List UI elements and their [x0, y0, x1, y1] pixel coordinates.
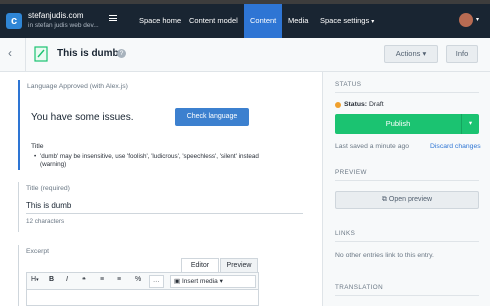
language-panel-label: Language Approved (with Alex.js): [27, 83, 128, 90]
issue-item: 'dumb' may be insensitive, use 'foolish'…: [34, 153, 270, 169]
quote-icon[interactable]: ❝: [82, 276, 86, 284]
last-saved-text: Last saved a minute ago: [335, 143, 410, 150]
status-label: Status:: [344, 101, 368, 108]
back-arrow-icon[interactable]: ‹: [8, 46, 12, 60]
divider: [335, 241, 479, 242]
actions-button[interactable]: Actions ▾: [384, 45, 438, 63]
chevron-down-icon: ▾: [219, 278, 223, 285]
chevron-down-icon: ▾: [371, 19, 375, 25]
status-heading: STATUS: [335, 81, 362, 88]
nav-space-settings[interactable]: Space settings ▾: [314, 4, 380, 38]
image-icon: ▣: [174, 278, 181, 285]
character-count: 12 characters: [26, 218, 65, 225]
external-link-icon: ⧉: [381, 196, 387, 203]
actions-label: Actions: [395, 49, 421, 58]
help-icon[interactable]: ?: [117, 49, 126, 58]
status-value: Draft: [368, 101, 384, 108]
excerpt-field: Excerpt Editor Preview H▾ B I ❝ ≡ ≡ % ··…: [18, 245, 308, 306]
page-title: This is dumb: [57, 48, 119, 59]
top-navigation: c stefanjudis.com in stefan judis web de…: [0, 4, 490, 38]
divider: [25, 38, 26, 72]
tab-preview[interactable]: Preview: [220, 258, 258, 272]
translation-heading: TRANSLATION: [335, 284, 384, 291]
entry-sidebar: STATUS Status: Draft Publish ▾ Last save…: [322, 72, 490, 306]
publish-button[interactable]: Publish: [335, 114, 461, 134]
heading-icon[interactable]: H▾: [31, 276, 39, 283]
info-button[interactable]: Info: [446, 45, 478, 63]
insert-media-label: Insert media: [181, 278, 218, 285]
title-field: Title (required) This is dumb 12 charact…: [18, 182, 308, 232]
entry-header: ‹ This is dumb ? Actions ▾ Info: [0, 38, 490, 72]
excerpt-editor-textarea[interactable]: [26, 290, 259, 306]
space-logo-icon: c: [6, 13, 22, 29]
title-input[interactable]: This is dumb: [26, 201, 71, 210]
divider: [335, 92, 479, 93]
preview-heading: PREVIEW: [335, 169, 367, 176]
link-icon[interactable]: %: [135, 276, 141, 283]
ordered-list-icon[interactable]: ≡: [117, 276, 121, 283]
space-subtitle: in stefan judis web dev...: [28, 22, 99, 29]
issue-field-name: Title: [31, 143, 44, 150]
chevron-down-icon[interactable]: ▾: [461, 114, 479, 134]
publish-button-group: Publish ▾: [335, 114, 479, 134]
entry-document-icon: [34, 46, 48, 62]
open-preview-button[interactable]: ⧉ Open preview: [335, 191, 479, 209]
bold-icon[interactable]: B: [49, 276, 54, 283]
entry-editor: Language Approved (with Alex.js) You hav…: [0, 72, 322, 306]
title-input-underline: [26, 213, 303, 214]
space-name: stefanjudis.com: [28, 11, 84, 20]
divider: [335, 295, 479, 296]
excerpt-field-label: Excerpt: [26, 248, 50, 255]
divider: [335, 180, 479, 181]
chevron-down-icon: ▾: [36, 277, 39, 283]
discard-changes-link[interactable]: Discard changes: [430, 143, 481, 150]
status-badge: Status: Draft: [344, 101, 384, 108]
status-dot-icon: [335, 102, 341, 108]
links-heading: LINKS: [335, 230, 356, 237]
tab-editor[interactable]: Editor: [181, 258, 219, 272]
nav-space-home[interactable]: Space home: [133, 4, 187, 38]
nav-content[interactable]: Content: [244, 4, 283, 38]
chevron-down-icon: ▾: [422, 49, 427, 58]
open-preview-label: Open preview: [388, 196, 433, 203]
more-options-button[interactable]: ···: [149, 275, 164, 288]
markdown-toolbar: H▾ B I ❝ ≡ ≡ % ··· ▣ Insert media ▾: [26, 272, 259, 290]
nav-space-settings-label: Space settings: [320, 16, 370, 25]
italic-icon[interactable]: I: [66, 276, 68, 283]
language-check-panel: Language Approved (with Alex.js) You hav…: [18, 80, 308, 170]
avatar[interactable]: [459, 13, 473, 27]
title-field-label: Title (required): [26, 185, 70, 192]
issues-message: You have some issues.: [31, 112, 134, 123]
chevron-down-icon[interactable]: ▾: [476, 16, 479, 23]
space-switcher[interactable]: c stefanjudis.com in stefan judis web de…: [6, 9, 126, 35]
insert-media-button[interactable]: ▣ Insert media ▾: [170, 275, 256, 288]
nav-content-model[interactable]: Content model: [183, 4, 244, 38]
links-empty-text: No other entries link to this entry.: [335, 252, 434, 259]
nav-media[interactable]: Media: [282, 4, 314, 38]
unordered-list-icon[interactable]: ≡: [100, 276, 104, 283]
menu-icon[interactable]: [109, 15, 117, 21]
check-language-button[interactable]: Check language: [175, 108, 249, 126]
